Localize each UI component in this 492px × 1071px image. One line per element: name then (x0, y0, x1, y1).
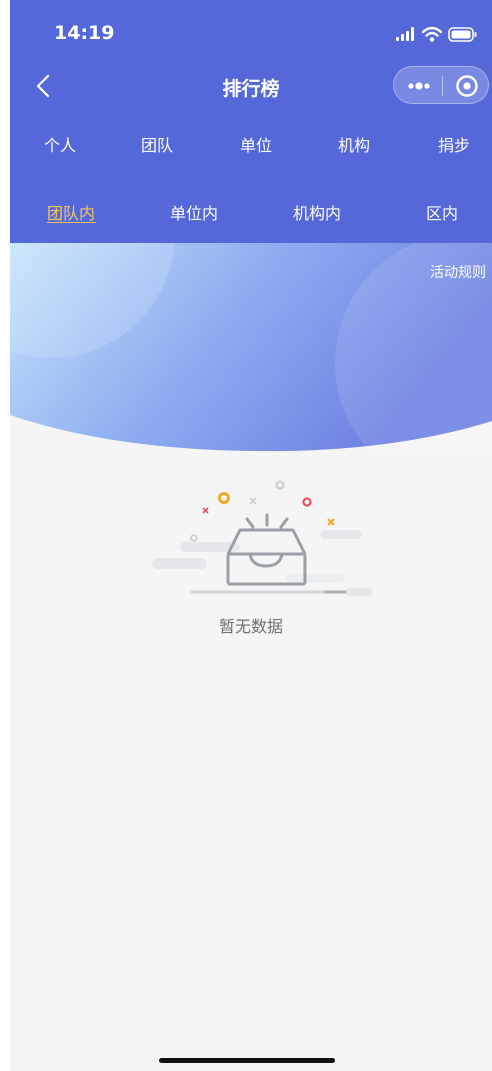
status-icons (396, 25, 478, 43)
status-time: 14:19 (54, 22, 115, 44)
tab-within-institution[interactable]: 机构内 (293, 200, 341, 224)
tab-team[interactable]: 团队 (141, 132, 173, 156)
close-miniprogram-button[interactable] (454, 73, 480, 99)
activity-rules-link[interactable]: 活动规则 (430, 262, 486, 282)
tab-unit[interactable]: 单位 (240, 132, 272, 156)
empty-box-icon (152, 480, 373, 596)
capsule-divider (442, 76, 443, 96)
tab-within-district[interactable]: 区内 (426, 200, 458, 224)
mini-program-capsule (393, 66, 489, 104)
empty-state-message: 暂无数据 (218, 617, 283, 636)
tab-within-unit[interactable]: 单位内 (170, 200, 218, 224)
banner-background (10, 243, 492, 453)
app-screen: 14:19 排行榜 个人 团队 单位 机构 捐步 团队内 单位内 机构内 区内 … (10, 0, 492, 1071)
tab-institution[interactable]: 机构 (338, 132, 370, 156)
primary-tabs: 个人 团队 单位 机构 捐步 (10, 128, 492, 160)
navigation-bar: 排行榜 (10, 62, 492, 112)
signal-icon (396, 27, 414, 41)
secondary-tabs: 团队内 单位内 机构内 区内 (10, 196, 492, 232)
home-indicator (159, 1058, 335, 1063)
tab-within-team[interactable]: 团队内 (47, 200, 95, 224)
tab-donate-steps[interactable]: 捐步 (438, 132, 470, 156)
wifi-icon (422, 26, 442, 42)
status-bar: 14:19 (10, 0, 492, 60)
tab-personal[interactable]: 个人 (44, 132, 76, 156)
more-dots-icon (408, 82, 430, 90)
battery-icon (448, 26, 477, 42)
target-icon (456, 75, 478, 97)
active-tab-underline (47, 222, 96, 223)
more-button[interactable] (406, 73, 432, 99)
